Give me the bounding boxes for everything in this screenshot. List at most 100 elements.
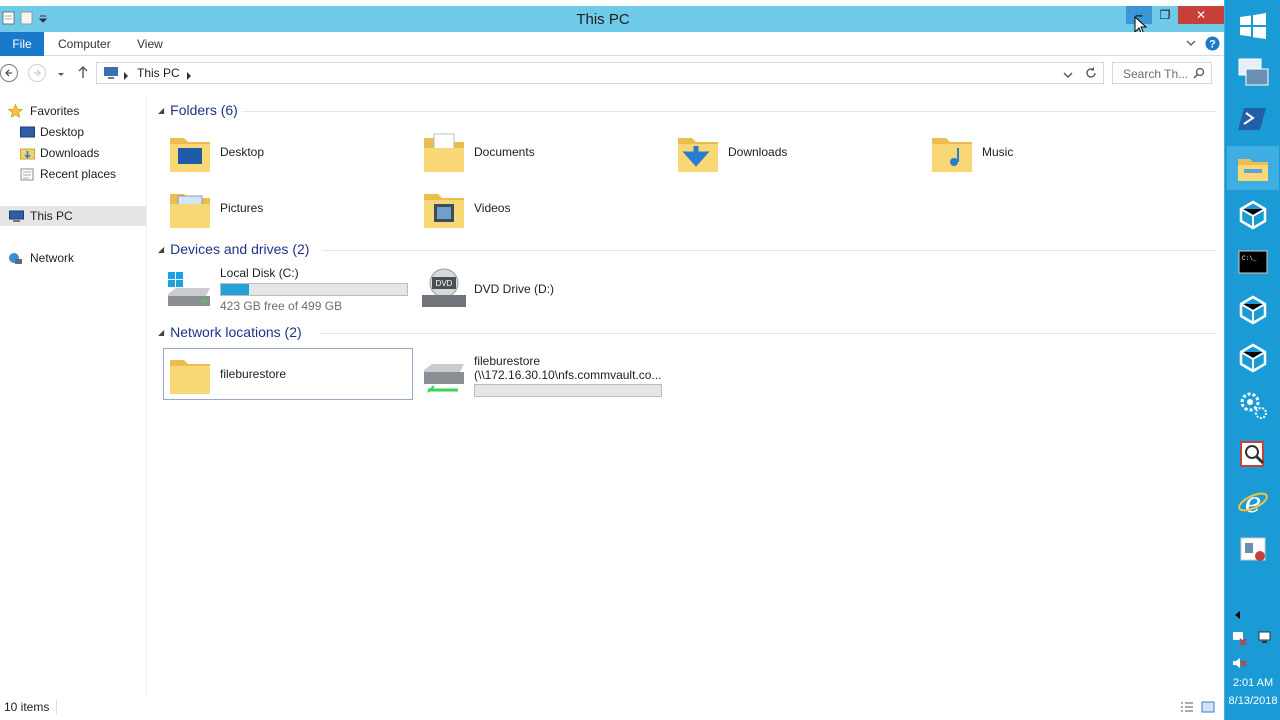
group-title: Folders (6) [170,102,238,118]
collapse-triangle-icon: ◢ [158,105,165,115]
taskbar: C:\_ e 2:01 AM 8/13/2018 [1224,0,1280,720]
nav-label: Network [30,251,75,265]
downloads-folder-icon [20,146,35,160]
taskbar-command-prompt[interactable]: C:\_ [1227,240,1279,284]
group-header-folders[interactable]: ◢ Folders (6) [158,102,238,118]
group-header-network-locations[interactable]: ◢ Network locations (2) [158,324,302,340]
back-button[interactable] [0,64,18,82]
network-tile-fileburestore[interactable]: fileburestore [163,348,413,400]
forward-arrow-icon [34,69,41,77]
clock-date[interactable]: 8/13/2018 [1225,695,1280,707]
help-icon[interactable]: ? [1205,36,1220,54]
nav-label: Recent places [40,167,117,181]
folder-tile-downloads[interactable]: Downloads [674,126,787,178]
music-folder-icon [932,138,972,172]
nav-label: Desktop [40,125,85,139]
taskbar-event-viewer[interactable] [1227,432,1279,476]
taskbar-internet-explorer[interactable]: e [1227,480,1279,524]
group-header-devices[interactable]: ◢ Devices and drives (2) [158,241,309,257]
search-icon [1193,67,1205,82]
start-button[interactable] [1227,4,1279,48]
taskbar-app-cube-3[interactable] [1227,336,1279,380]
taskbar-settings[interactable] [1227,383,1279,427]
tray-flag-icon[interactable] [1231,630,1247,649]
taskbar-remote-desktop[interactable] [1227,528,1279,572]
search-input[interactable]: Search Th... [1112,62,1212,84]
cube-icon [1239,200,1267,230]
expand-ribbon-icon[interactable] [1186,37,1196,51]
nav-item-desktop[interactable]: Desktop [20,122,84,142]
breadcrumb-this-pc[interactable]: This PC [137,66,180,80]
tab-computer[interactable]: Computer [50,32,119,56]
tab-file[interactable]: File [0,32,44,56]
navigation-pane: Favorites Desktop Downloads Recent place… [0,96,147,696]
title-bar: This PC ‒ ❐ ✕ [0,0,1224,36]
show-hidden-icons-icon[interactable] [1233,609,1241,623]
nav-item-favorites[interactable]: Favorites [7,101,79,121]
collapse-triangle-icon: ◢ [158,327,165,337]
recent-locations-chevron-icon[interactable] [57,68,65,82]
group-title: Devices and drives (2) [170,241,310,257]
taskbar-powershell[interactable] [1227,97,1279,141]
taskbar-file-explorer[interactable] [1227,146,1279,190]
nav-item-recent-places[interactable]: Recent places [20,164,116,184]
network-drive-icon [424,364,464,393]
collapse-triangle-icon: ◢ [158,244,165,254]
svg-text:DVD: DVD [436,279,453,288]
folder-tile-music[interactable]: Music [928,126,1013,178]
tile-label: Documents [474,145,535,159]
folder-tile-documents[interactable]: Documents [420,126,535,178]
network-drive-tile[interactable]: fileburestore (\\172.16.30.10\nfs.commva… [418,350,662,400]
details-view-icon[interactable] [1180,701,1194,716]
refresh-icon[interactable] [1085,67,1097,82]
tile-label: Pictures [220,201,264,215]
cube-icon [1239,343,1267,373]
tile-label: fileburestore [220,367,287,381]
downloads-folder-icon [678,138,718,172]
taskbar-app-cube-1[interactable] [1227,193,1279,237]
file-explorer-icon [1238,159,1268,181]
ribbon: File Computer View ? [0,32,1224,56]
network-drive-path: (\\172.16.30.10\nfs.commvault.co... [474,367,662,382]
folder-tile-desktop[interactable]: Desktop [166,126,264,178]
window-title: This PC [576,11,630,28]
nav-item-downloads[interactable]: Downloads [20,143,99,163]
up-arrow-icon[interactable] [77,65,89,82]
nav-item-this-pc[interactable]: This PC [0,206,146,226]
search-placeholder: Search Th... [1123,67,1189,81]
dvd-drive-icon: DVD [422,268,466,307]
address-bar[interactable]: This PC [96,62,1104,84]
remote-desktop-icon [1240,537,1266,561]
large-icons-view-icon[interactable] [1201,701,1215,716]
tile-label: DVD Drive (D:) [474,282,554,296]
network-drive-usage-bar [474,383,662,397]
clock-time[interactable]: 2:01 AM [1225,677,1280,689]
restore-button[interactable]: ❐ [1152,6,1178,24]
svg-text:C:\_: C:\_ [1242,255,1257,262]
tray-volume-muted-icon[interactable] [1231,655,1247,674]
taskbar-app-cube-2[interactable] [1227,288,1279,332]
svg-text:e: e [1245,486,1262,518]
close-button[interactable]: ✕ [1178,6,1224,24]
drive-usage-fill [221,283,250,295]
folder-tile-videos[interactable]: Videos [420,182,510,234]
nav-label: This PC [30,209,73,223]
drive-tile-dvd[interactable]: DVD DVD Drive (D:) [418,264,554,314]
forward-button[interactable] [28,64,46,82]
network-drive-info: fileburestore (\\172.16.30.10\nfs.commva… [474,354,662,397]
powershell-icon [1238,108,1266,130]
item-count: 10 items [4,700,50,714]
taskbar-server-manager[interactable] [1227,50,1279,94]
tray-network-icon[interactable] [1257,630,1273,649]
nav-item-network[interactable]: Network [8,248,74,268]
pictures-folder-icon [170,194,210,228]
this-pc-icon [103,66,119,83]
gears-icon [1240,392,1267,419]
drive-info: Local Disk (C:) 423 GB free of 499 GB [220,266,408,313]
tab-view[interactable]: View [129,32,171,56]
drive-tile-local-disk[interactable]: Local Disk (C:) 423 GB free of 499 GB [164,264,408,314]
drive-usage-bar [220,282,408,296]
address-history-chevron-icon[interactable] [1063,69,1073,83]
folder-tile-pictures[interactable]: Pictures [166,182,263,234]
breadcrumb-expand-icon[interactable] [186,69,192,83]
